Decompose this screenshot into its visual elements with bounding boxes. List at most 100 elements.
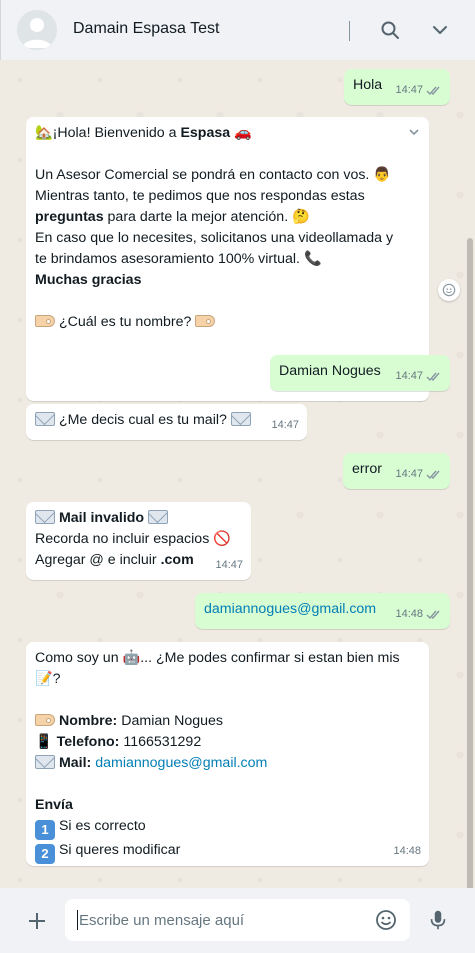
field-label: Nombre: bbox=[58, 713, 118, 729]
message-time: 14:48 bbox=[395, 608, 423, 620]
message-line: te brindamos asesoramiento 100% virtual.… bbox=[35, 249, 420, 270]
chevron-down-icon[interactable] bbox=[407, 125, 421, 139]
message-text: para darte la mejor atención. bbox=[103, 209, 289, 225]
header-divider bbox=[349, 21, 350, 41]
label-tag-icon bbox=[195, 315, 216, 327]
chat-scrollbar[interactable] bbox=[467, 238, 473, 888]
envelope-icon bbox=[230, 412, 251, 426]
chevron-down-icon[interactable] bbox=[428, 18, 452, 42]
envelope-icon bbox=[35, 755, 55, 769]
message-text: Hola bbox=[353, 77, 383, 93]
smiley-icon bbox=[442, 283, 456, 297]
message-text: Damian Nogues bbox=[279, 363, 381, 379]
message-time: 14:47 bbox=[395, 84, 423, 96]
reaction-emoji-button[interactable] bbox=[438, 279, 460, 301]
phone-icon: 📞 bbox=[303, 251, 322, 267]
field-label: Telefono: bbox=[56, 734, 120, 750]
envelope-icon bbox=[35, 412, 55, 426]
message-text: Un Asesor Comercial se pondrá en contact… bbox=[35, 167, 370, 183]
message-incoming[interactable]: ¿Me decis cual es tu mail? 14:47 bbox=[26, 404, 307, 440]
message-outgoing[interactable]: Damian Nogues 14:47 bbox=[270, 355, 450, 391]
message-meta: 14:47 bbox=[215, 555, 243, 576]
message-bold-text: Muchas gracias bbox=[35, 272, 142, 288]
option-text: Si queres modificar bbox=[55, 842, 181, 858]
message-line: preguntas para darte la mejor atención. … bbox=[35, 207, 420, 228]
message-meta: 14:47 bbox=[395, 464, 442, 485]
email-link[interactable]: damiannogues@gmail.com bbox=[95, 755, 267, 771]
person-icon: 👨 bbox=[373, 167, 391, 183]
message-meta: 14:47 bbox=[271, 415, 299, 436]
message-line: Envía bbox=[35, 795, 420, 816]
message-text: Como soy un bbox=[35, 650, 123, 666]
message-line: Nombre: Damian Nogues bbox=[35, 711, 420, 732]
message-text: ... ¿Me podes confirmar si estan bien mi… bbox=[140, 650, 400, 666]
message-line: 🏡¡Hola! Bienvenido a Espasa 🚗 bbox=[35, 123, 420, 144]
chat-header: Damain Espasa Test bbox=[0, 0, 475, 60]
memo-icon: 📝 bbox=[35, 671, 53, 687]
message-input-container[interactable] bbox=[65, 899, 410, 941]
message-time: 14:47 bbox=[395, 468, 423, 480]
message-input[interactable] bbox=[79, 899, 359, 941]
option-text: Si es correcto bbox=[55, 818, 146, 834]
keycap-one-icon: 1 bbox=[35, 820, 55, 840]
message-line: 📝? bbox=[35, 669, 420, 690]
field-value: 1166531292 bbox=[119, 734, 202, 750]
read-ticks-icon bbox=[426, 469, 442, 480]
message-line: Muchas gracias bbox=[35, 270, 420, 291]
avatar[interactable] bbox=[17, 10, 57, 50]
message-bold-text: Envía bbox=[35, 797, 73, 813]
envelope-icon bbox=[148, 510, 169, 524]
message-text: ¿Cuál es tu nombre? bbox=[55, 314, 196, 330]
message-text: Mientras tanto, te pedimos que nos respo… bbox=[35, 188, 365, 204]
message-time: 14:47 bbox=[271, 419, 299, 431]
message-outgoing[interactable]: error 14:47 bbox=[343, 453, 450, 489]
message-bold-text: Espasa bbox=[180, 125, 231, 141]
message-incoming[interactable]: Como soy un 🤖... ¿Me podes confirmar si … bbox=[26, 642, 429, 866]
message-meta: 14:48 bbox=[395, 604, 442, 625]
message-text: ¿Me decis cual es tu mail? bbox=[55, 412, 231, 428]
message-text: te brindamos asesoramiento 100% virtual. bbox=[35, 251, 300, 267]
message-time: 14:47 bbox=[215, 559, 243, 571]
message-outgoing[interactable]: damiannogues@gmail.com 14:48 bbox=[195, 593, 450, 629]
house-icon: 🏡 bbox=[35, 125, 53, 141]
search-icon[interactable] bbox=[378, 18, 402, 42]
chat-area[interactable]: Hola 14:47 🏡¡Hola! Bienvenido a Espasa 🚗… bbox=[0, 60, 475, 888]
field-value: Damian Nogues bbox=[117, 713, 223, 729]
message-text: error bbox=[352, 461, 382, 477]
prohibited-icon: 🚫 bbox=[213, 531, 231, 547]
message-text: Agregar @ e incluir bbox=[35, 552, 161, 568]
message-time: 14:47 bbox=[395, 370, 423, 382]
message-line: Mail invalido bbox=[35, 508, 242, 529]
message-line: ¿Cuál es tu nombre? bbox=[35, 312, 420, 333]
message-line: 2 Si queres modificar bbox=[35, 840, 420, 864]
label-tag-icon bbox=[35, 315, 55, 327]
thinking-face-icon: 🤔 bbox=[292, 209, 310, 225]
emoji-icon[interactable] bbox=[374, 908, 398, 932]
message-line: Agregar @ e incluir .com bbox=[35, 550, 242, 571]
car-icon: 🚗 bbox=[234, 125, 252, 141]
message-text: En caso que lo necesites, solicitanos un… bbox=[35, 230, 394, 246]
mobile-phone-icon: 📱 bbox=[35, 734, 53, 750]
message-line: Mail: damiannogues@gmail.com bbox=[35, 753, 420, 774]
envelope-icon bbox=[35, 510, 55, 524]
message-outgoing[interactable]: Hola 14:47 bbox=[344, 69, 450, 105]
read-ticks-icon bbox=[426, 609, 442, 620]
contact-name[interactable]: Damain Espasa Test bbox=[73, 20, 219, 38]
text-caret bbox=[77, 910, 78, 930]
message-time: 14:48 bbox=[393, 845, 421, 857]
message-bold-text: .com bbox=[160, 552, 194, 568]
message-incoming[interactable]: Mail invalido Recorda no incluir espacio… bbox=[26, 502, 251, 580]
composer-bar bbox=[0, 888, 475, 953]
default-avatar-icon bbox=[17, 10, 57, 50]
message-line: ¿Me decis cual es tu mail? bbox=[35, 410, 298, 431]
attach-plus-icon[interactable] bbox=[24, 908, 50, 934]
message-line: 1 Si es correcto bbox=[35, 816, 420, 840]
microphone-icon[interactable] bbox=[426, 908, 450, 934]
message-line: Como soy un 🤖... ¿Me podes confirmar si … bbox=[35, 648, 420, 669]
email-link[interactable]: damiannogues@gmail.com bbox=[204, 601, 376, 617]
robot-icon: 🤖 bbox=[122, 650, 141, 666]
